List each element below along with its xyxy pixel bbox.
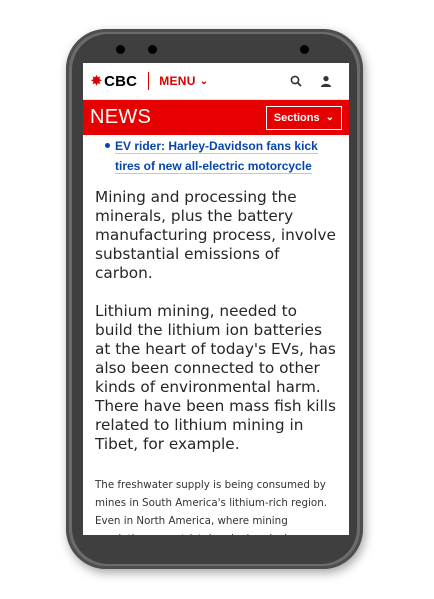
search-button[interactable] [281,66,311,96]
search-icon [290,75,302,87]
sections-label: Sections [273,111,320,124]
news-section-bar: NEWS Sections ⌄ [83,100,349,135]
list-item[interactable]: EV rider: Harley-Davidson fans kick tire… [105,136,337,176]
cbc-gem-icon: ✸ [91,73,103,88]
related-links-list: EV rider: Harley-Davidson fans kick tire… [95,136,337,176]
chevron-down-icon: ⌄ [199,75,209,87]
chevron-down-icon: ⌄ [325,112,334,123]
article-paragraph: Lithium mining, needed to build the lith… [95,302,336,453]
header-divider [148,72,150,90]
top-navigation-bar: ✸ CBC MENU ⌄ [83,63,349,100]
article-paragraph: The freshwater supply is being consumed … [95,479,328,535]
section-title[interactable]: NEWS [90,106,151,129]
camera-dot [116,45,125,54]
sections-button[interactable]: Sections ⌄ [265,105,342,130]
camera-dot [300,45,309,54]
user-icon [321,76,331,87]
menu-label: MENU [159,74,196,88]
article-body: EV rider: Harley-Davidson fans kick tire… [83,136,349,535]
related-story-link[interactable]: EV rider: Harley-Davidson fans kick tire… [115,139,318,174]
cbc-logo[interactable]: ✸ CBC [91,73,137,90]
phone-screen: ✸ CBC MENU ⌄ NEWS Sections ⌄ EV rider: H… [83,63,349,535]
logo-text: CBC [104,72,138,90]
camera-dot [148,45,157,54]
menu-button[interactable]: MENU ⌄ [159,74,208,88]
article-paragraph: Mining and processing the minerals, plus… [95,188,336,282]
account-button[interactable] [311,66,341,96]
